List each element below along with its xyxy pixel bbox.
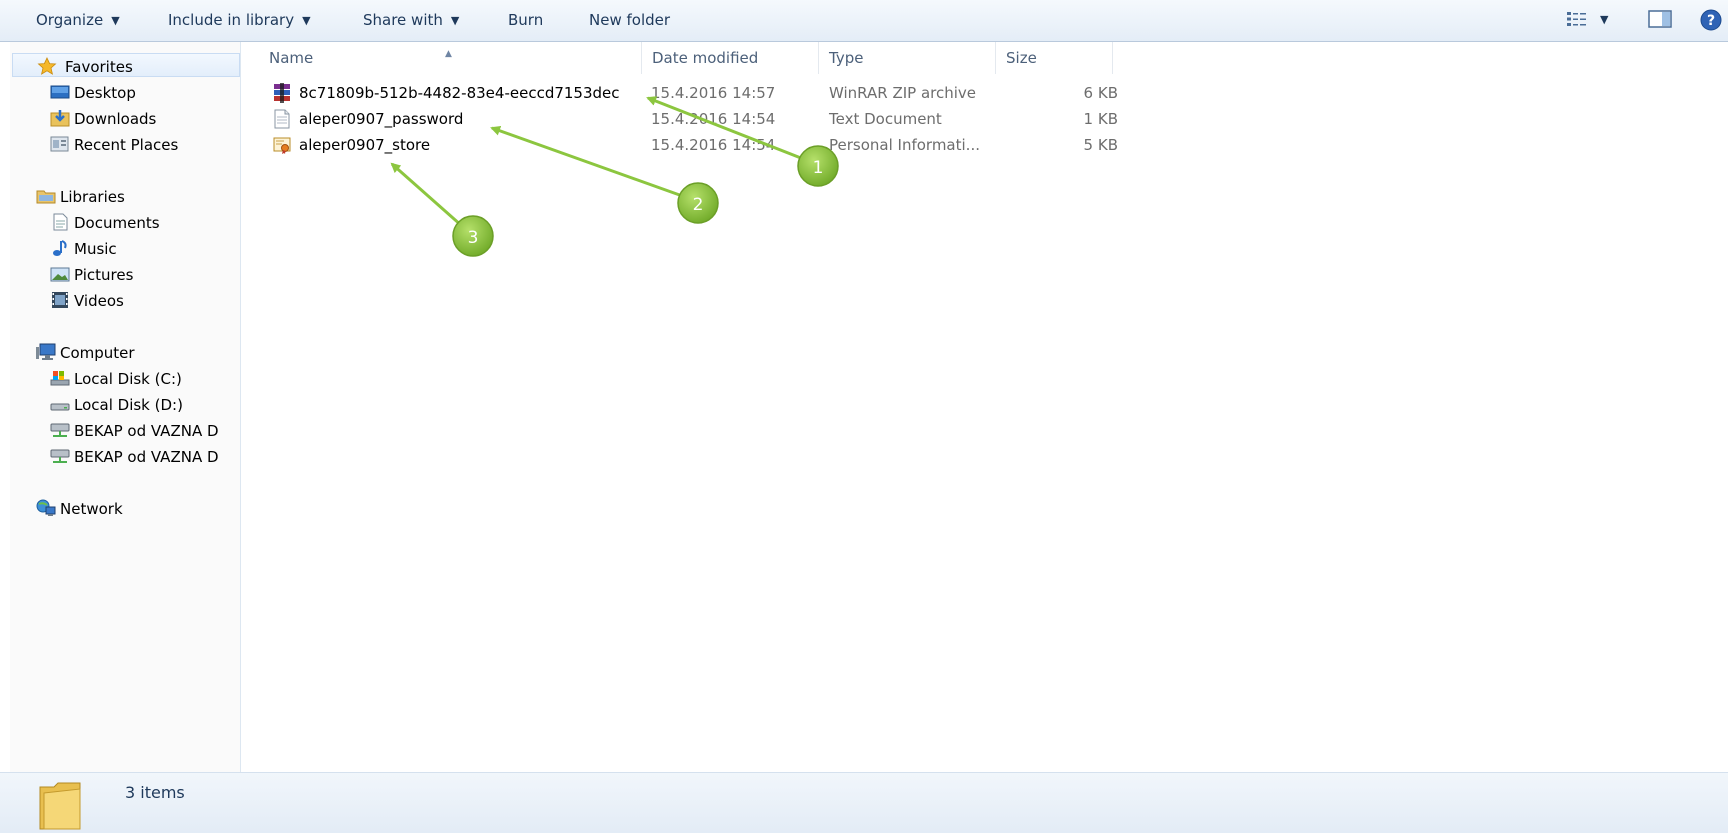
file-row[interactable]: aleper0907_password 15.4.2016 14:54 Text… [242,106,1122,131]
nav-pictures[interactable]: Pictures [50,262,240,286]
favorites-label: Favorites [65,58,133,76]
network-label: Network [60,500,123,518]
column-header-date-modified[interactable]: Date modified [642,42,819,74]
column-type-label: Type [829,49,864,67]
preview-pane-icon[interactable] [1648,9,1672,29]
documents-icon [53,213,68,231]
network-icon [36,499,56,516]
nav-network-drive-1[interactable]: BEKAP od VAZNA D [50,418,240,442]
nav-recent-places[interactable]: Recent Places [50,132,240,156]
organize-button[interactable]: Organize ▼ [36,11,120,29]
navigation-pane: Favorites Desktop Downloads Recent Place… [10,42,241,772]
file-size: 1 KB [1083,110,1118,128]
nav-libraries[interactable]: Libraries [36,184,240,208]
share-with-label: Share with [363,11,443,29]
include-in-library-button[interactable]: Include in library ▼ [168,11,311,29]
help-icon[interactable]: ? [1700,9,1722,31]
videos-label: Videos [74,292,124,310]
sort-ascending-icon: ▲ [445,49,452,59]
chevron-down-icon: ▼ [450,14,460,27]
file-name: aleper0907_store [299,136,431,154]
nav-videos[interactable]: Videos [50,288,240,312]
computer-icon [36,343,56,360]
desktop-icon [50,85,70,99]
network-drive-icon [50,449,70,463]
text-document-icon [274,109,290,129]
pictures-icon [50,267,70,282]
file-size: 6 KB [1083,84,1118,102]
recent-places-icon [50,136,69,152]
desktop-label: Desktop [74,84,136,102]
views-icon[interactable] [1566,9,1588,29]
column-date-label: Date modified [652,49,759,67]
nav-favorites[interactable]: Favorites [12,53,240,77]
share-with-button[interactable]: Share with ▼ [363,11,459,29]
recent-places-label: Recent Places [74,136,179,154]
file-date: 15.4.2016 14:54 [651,110,776,128]
star-icon [37,57,57,75]
new-folder-label: New folder [589,11,671,29]
column-header-size[interactable]: Size [996,42,1113,74]
file-size: 5 KB [1083,136,1118,154]
music-label: Music [74,240,117,258]
file-date: 15.4.2016 14:54 [651,136,776,154]
nav-network-drive-2[interactable]: BEKAP od VAZNA D [50,444,240,468]
nav-computer[interactable]: Computer [36,340,240,364]
file-list: Name ▲ Date modified Type Size 8c71809b-… [242,42,1728,772]
downloads-label: Downloads [74,110,157,128]
file-row[interactable]: 8c71809b-512b-4482-83e4-eeccd7153dec 15.… [242,80,1122,105]
command-bar: Organize ▼ Include in library ▼ Share with… [0,0,1728,42]
downloads-folder-icon [50,110,70,127]
libraries-label: Libraries [60,188,125,206]
nav-music[interactable]: Music [50,236,240,260]
nav-documents[interactable]: Documents [50,210,240,234]
winrar-archive-icon [274,83,290,103]
network-drive-2-label: BEKAP od VAZNA D [74,448,219,466]
chevron-down-icon: ▼ [302,14,311,27]
network-drive-1-label: BEKAP od VAZNA D [74,422,219,440]
column-size-label: Size [1006,49,1037,67]
certificate-icon [273,137,291,154]
chevron-down-icon: ▼ [111,14,120,27]
details-pane: 3 items [0,772,1728,833]
computer-label: Computer [60,344,135,362]
hard-drive-icon [50,403,70,411]
burn-label: Burn [508,11,544,29]
local-disk-c-label: Local Disk (C:) [74,370,182,388]
file-name: 8c71809b-512b-4482-83e4-eeccd7153dec [299,84,620,102]
pictures-label: Pictures [74,266,134,284]
nav-local-disk-d[interactable]: Local Disk (D:) [50,392,240,416]
network-drive-icon [50,423,70,437]
documents-label: Documents [74,214,160,232]
svg-text:?: ? [1707,13,1715,29]
file-type: WinRAR ZIP archive [829,84,977,102]
system-drive-icon [50,371,70,386]
nav-network[interactable]: Network [36,496,240,520]
file-type: Text Document [829,110,942,128]
new-folder-button[interactable]: New folder [589,11,670,29]
music-note-icon [53,240,67,256]
nav-local-disk-c[interactable]: Local Disk (C:) [50,366,240,390]
nav-desktop[interactable]: Desktop [50,80,240,104]
folder-icon [39,782,81,830]
organize-label: Organize [36,11,104,29]
column-header-type[interactable]: Type [819,42,996,74]
videos-icon [52,292,68,308]
file-type: Personal Informati... [829,136,980,154]
local-disk-d-label: Local Disk (D:) [74,396,183,414]
views-dropdown-icon[interactable]: ▼ [1600,13,1608,26]
column-header-name[interactable]: Name ▲ [242,42,642,74]
column-name-label: Name [269,49,314,67]
file-name: aleper0907_password [299,110,464,128]
include-in-library-label: Include in library [168,11,295,29]
file-row[interactable]: aleper0907_store 15.4.2016 14:54 Persona… [242,132,1122,157]
burn-button[interactable]: Burn [508,11,543,29]
nav-downloads[interactable]: Downloads [50,106,240,130]
libraries-icon [36,190,56,204]
file-date: 15.4.2016 14:57 [651,84,776,102]
item-count: 3 items [125,783,185,802]
